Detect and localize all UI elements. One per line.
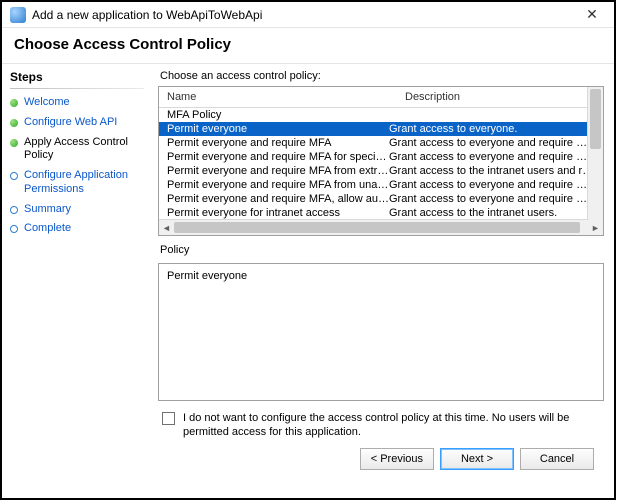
policy-row[interactable]: Permit everyone and require MFA for spec…: [159, 150, 603, 164]
policy-row[interactable]: MFA Policy: [159, 108, 603, 122]
window-title: Add a new application to WebApiToWebApi: [32, 8, 578, 22]
cancel-button[interactable]: Cancel: [520, 448, 594, 470]
col-name[interactable]: Name: [159, 87, 397, 107]
bullet-icon: [10, 139, 18, 147]
policy-description: [389, 109, 595, 121]
col-description[interactable]: Description: [397, 87, 603, 107]
opt-out-checkbox[interactable]: [162, 412, 175, 425]
divider: [10, 88, 144, 89]
policy-description: Grant access to everyone and require MFA…: [389, 151, 595, 163]
step-label: Configure Application Permissions: [24, 169, 144, 197]
policy-row[interactable]: Permit everyone for intranet accessGrant…: [159, 206, 603, 219]
scroll-right-icon[interactable]: ►: [588, 223, 603, 233]
step-configure-application-permissions[interactable]: Configure Application Permissions: [10, 166, 144, 200]
steps-sidebar: Steps Welcome Configure Web API Apply Acce…: [2, 64, 152, 498]
vertical-scrollbar[interactable]: [587, 87, 603, 220]
page-title: Choose Access Control Policy: [2, 28, 614, 63]
previous-button[interactable]: < Previous: [360, 448, 434, 470]
scroll-left-icon[interactable]: ◄: [159, 223, 174, 233]
step-label: Complete: [24, 222, 71, 236]
titlebar[interactable]: Add a new application to WebApiToWebApi …: [2, 2, 614, 28]
next-button[interactable]: Next >: [440, 448, 514, 470]
button-bar: < Previous Next > Cancel: [158, 440, 604, 480]
policy-name: MFA Policy: [167, 109, 389, 121]
policy-name: Permit everyone and require MFA from ext…: [167, 165, 389, 177]
policy-description: Grant access to everyone.: [389, 123, 595, 135]
policy-description: Grant access to everyone and require MFA…: [389, 137, 595, 149]
horizontal-scroll-thumb[interactable]: [174, 222, 580, 233]
policy-name: Permit everyone and require MFA: [167, 137, 389, 149]
policy-description: Grant access to everyone and require MFA…: [389, 179, 595, 191]
policy-list[interactable]: Name Description MFA PolicyPermit everyo…: [158, 86, 604, 236]
steps-heading: Steps: [10, 70, 144, 84]
policy-name: Permit everyone: [167, 123, 389, 135]
policy-list-label: Choose an access control policy:: [160, 70, 604, 82]
bullet-icon: [10, 119, 18, 127]
app-icon: [10, 7, 26, 23]
column-headers[interactable]: Name Description: [159, 87, 603, 108]
policy-row[interactable]: Permit everyone and require MFAGrant acc…: [159, 136, 603, 150]
close-icon[interactable]: ✕: [578, 6, 606, 23]
step-configure-web-api[interactable]: Configure Web API: [10, 113, 144, 133]
policy-row[interactable]: Permit everyone and require MFA, allow a…: [159, 192, 603, 206]
policy-description: Grant access to the intranet users and r…: [389, 165, 595, 177]
policy-row[interactable]: Permit everyone and require MFA from una…: [159, 178, 603, 192]
bullet-icon: [10, 172, 18, 180]
step-complete[interactable]: Complete: [10, 219, 144, 239]
step-apply-access-control-policy[interactable]: Apply Access Control Policy: [10, 133, 144, 167]
opt-out-label: I do not want to configure the access co…: [183, 411, 602, 440]
step-label: Configure Web API: [24, 116, 117, 130]
step-welcome[interactable]: Welcome: [10, 93, 144, 113]
bullet-icon: [10, 206, 18, 214]
policy-description: Grant access to everyone and require MFA…: [389, 193, 595, 205]
policy-detail-text: Permit everyone: [167, 270, 247, 282]
wizard-window: Add a new application to WebApiToWebApi …: [0, 0, 616, 500]
step-label: Apply Access Control Policy: [24, 136, 144, 164]
bullet-icon: [10, 99, 18, 107]
policy-row[interactable]: Permit everyone and require MFA from ext…: [159, 164, 603, 178]
policy-name: Permit everyone and require MFA for spec…: [167, 151, 389, 163]
step-summary[interactable]: Summary: [10, 200, 144, 220]
policy-name: Permit everyone and require MFA, allow a…: [167, 193, 389, 205]
policy-detail: Permit everyone: [158, 263, 604, 401]
policy-detail-label: Policy: [160, 244, 604, 256]
policy-description: Grant access to the intranet users.: [389, 207, 595, 219]
step-label: Summary: [24, 203, 71, 217]
bullet-icon: [10, 225, 18, 233]
horizontal-scrollbar[interactable]: ◄ ►: [159, 219, 603, 235]
step-label: Welcome: [24, 96, 70, 110]
policy-name: Permit everyone and require MFA from una…: [167, 179, 389, 191]
policy-name: Permit everyone for intranet access: [167, 207, 389, 219]
policy-row[interactable]: Permit everyoneGrant access to everyone.: [159, 122, 603, 136]
vertical-scroll-thumb[interactable]: [590, 89, 601, 149]
